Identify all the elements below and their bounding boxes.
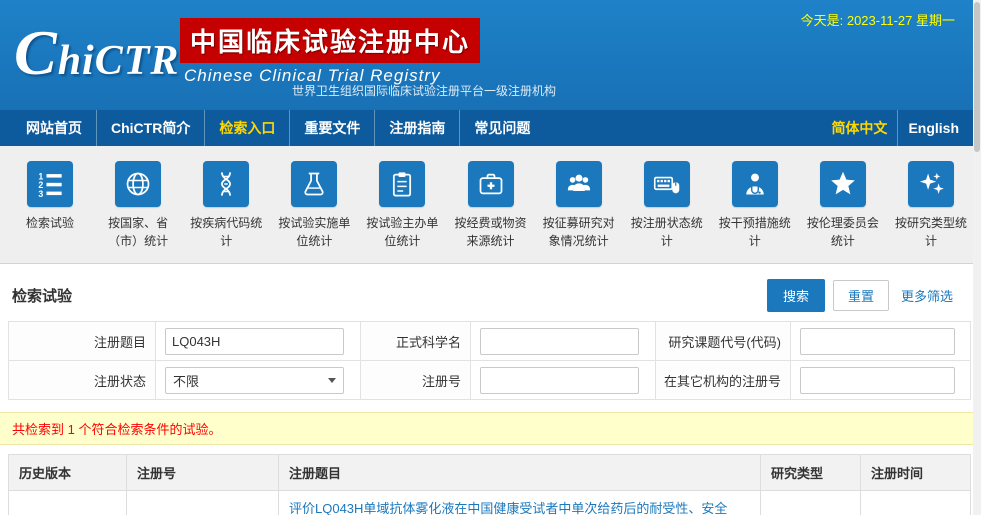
registered-title-input[interactable] [165,328,344,355]
results-table: 历史版本 注册号 注册题目 研究类型 注册时间 历史版本 ChiCTR23000… [8,454,971,515]
stats-icon-bar: 123 检索试验 按国家、省（市）统计 按疾病代码统计 按试验实施单位统计 按试… [0,146,981,264]
registration-date-value: 2023/03/20 [861,491,971,515]
stat-item-by-registration-status[interactable]: 按注册状态统计 [623,161,711,263]
stat-item-label: 按经费或物资来源统计 [451,214,531,250]
stat-item-label: 按国家、省（市）统计 [98,214,178,250]
stat-item-label: 按研究类型统计 [891,214,971,250]
form-row-1: 注册题目 正式科学名 研究课题代号(代码) [9,322,971,361]
search-section-header: 检索试验 搜索 重置 更多筛选 [0,264,981,321]
col-registered-title: 注册题目 [279,455,761,491]
scientific-name-input[interactable] [480,328,639,355]
stat-item-by-study-type[interactable]: 按研究类型统计 [887,161,975,263]
main-nav: 网站首页 ChiCTR简介 检索入口 重要文件 注册指南 常见问题 简体中文 E… [0,110,981,146]
stat-item-label: 按疾病代码统计 [186,214,266,250]
globe-icon [115,161,161,207]
search-form: 注册题目 正式科学名 研究课题代号(代码) 注册状态 不限 注册号 在其它机构的… [8,321,971,400]
form-row-2: 注册状态 不限 注册号 在其它机构的注册号 [9,361,971,400]
sparkles-icon [908,161,954,207]
nav-item-search-entry[interactable]: 检索入口 [204,110,289,146]
stat-item-by-disease-code[interactable]: 按疾病代码统计 [182,161,270,263]
nav-item-faq[interactable]: 常见问题 [459,110,544,146]
registration-number-input[interactable] [480,367,639,394]
medkit-icon [468,161,514,207]
stat-item-search-trials[interactable]: 123 检索试验 [6,161,94,263]
col-registration-date: 注册时间 [861,455,971,491]
trial-title-link[interactable]: 评价LQ043H单域抗体雾化液在中国健康受试者中单次给药后的耐受性、安全性、..… [289,501,727,515]
dna-icon [203,161,249,207]
table-row: 历史版本 ChiCTR2300069500 评价LQ043H单域抗体雾化液在中国… [9,491,971,515]
registration-status-value: 不限 [173,371,199,390]
stat-item-label: 按伦理委员会统计 [803,214,883,250]
registered-title-label: 注册题目 [9,322,156,361]
scrollbar[interactable] [973,0,981,515]
nav-item-about[interactable]: ChiCTR简介 [96,110,204,146]
stat-item-label: 按试验主办单位统计 [362,214,442,250]
clipboard-icon [379,161,425,207]
doctor-icon [732,161,778,207]
col-history-version: 历史版本 [9,455,127,491]
more-filters-link[interactable]: 更多筛选 [901,286,953,305]
keyboard-mouse-icon [644,161,690,207]
search-actions: 搜索 重置 更多筛选 [767,279,969,312]
site-header: 今天是: 2023-11-27 星期一 ChiCTR 中国临床试验注册中心 Ch… [0,0,981,110]
nav-item-home[interactable]: 网站首页 [12,110,96,146]
stat-item-label: 按征募研究对象情况统计 [539,214,619,250]
stat-item-label: 检索试验 [26,214,74,232]
registration-status-label: 注册状态 [9,361,156,400]
scientific-name-label: 正式科学名 [361,322,471,361]
stat-item-label: 按试验实施单位统计 [274,214,354,250]
search-button[interactable]: 搜索 [767,279,825,312]
chevron-down-icon [328,378,336,383]
result-count-notice: 共检索到 1 个符合检索条件的试验。 [0,412,981,445]
stat-item-by-implementing-unit[interactable]: 按试验实施单位统计 [270,161,358,263]
flask-icon [291,161,337,207]
study-code-input[interactable] [800,328,955,355]
stat-item-by-recruitment[interactable]: 按征募研究对象情况统计 [535,161,623,263]
col-registration-number: 注册号 [127,455,279,491]
stat-item-label: 按注册状态统计 [627,214,707,250]
study-type-value: 干预性研究 [761,491,861,515]
svg-text:3: 3 [38,189,43,198]
star-icon [820,161,866,207]
registration-status-select[interactable]: 不限 [165,367,344,394]
nav-menu: 网站首页 ChiCTR简介 检索入口 重要文件 注册指南 常见问题 [12,110,544,146]
current-date: 今天是: 2023-11-27 星期一 [801,10,955,29]
list-123-icon: 123 [27,161,73,207]
stat-item-label: 按干预措施统计 [715,214,795,250]
other-org-number-label: 在其它机构的注册号 [656,361,791,400]
stat-item-by-funding-source[interactable]: 按经费或物资来源统计 [446,161,534,263]
scrollbar-thumb[interactable] [974,2,980,152]
language-switcher: 简体中文 English [821,110,969,146]
site-title-area: 中国临床试验注册中心 Chinese Clinical Trial Regist… [180,18,480,86]
stat-item-by-sponsor-unit[interactable]: 按试验主办单位统计 [358,161,446,263]
registration-number-value: ChiCTR2300069500 [127,491,279,515]
nav-item-registration-guide[interactable]: 注册指南 [374,110,459,146]
who-registry-subtitle: 世界卫生组织国际临床试验注册平台一级注册机构 [292,82,556,99]
reset-button[interactable]: 重置 [833,280,889,311]
lang-simplified-chinese[interactable]: 简体中文 [821,110,897,146]
col-study-type: 研究类型 [761,455,861,491]
chictr-logo: ChiCTR [14,16,182,90]
lang-english[interactable]: English [897,110,969,146]
results-header-row: 历史版本 注册号 注册题目 研究类型 注册时间 [9,455,971,491]
nav-item-documents[interactable]: 重要文件 [289,110,374,146]
registration-number-label: 注册号 [361,361,471,400]
other-org-number-input[interactable] [800,367,955,394]
stat-item-by-intervention[interactable]: 按干预措施统计 [711,161,799,263]
study-code-label: 研究课题代号(代码) [656,322,791,361]
people-group-icon [556,161,602,207]
stat-item-by-ethics-committee[interactable]: 按伦理委员会统计 [799,161,887,263]
stat-item-by-country[interactable]: 按国家、省（市）统计 [94,161,182,263]
page-title: 检索试验 [12,285,72,306]
site-title-cn: 中国临床试验注册中心 [180,18,480,63]
